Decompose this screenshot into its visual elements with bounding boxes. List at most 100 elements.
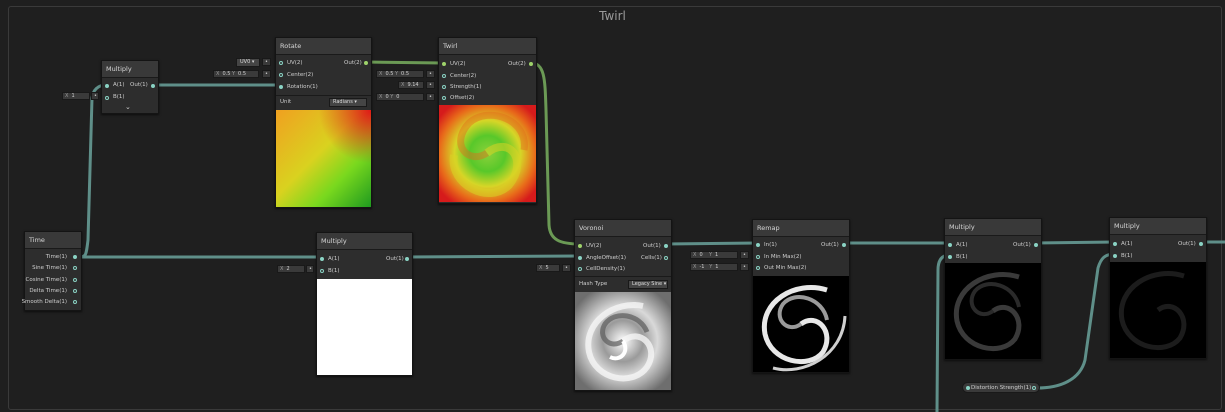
port-in-a[interactable] [105, 84, 109, 88]
rotate-center-field[interactable]: X 0.5 Y 0.5 [213, 70, 259, 78]
port-label: Out Min Max(2) [764, 265, 807, 271]
twirl-strength-field[interactable]: X 9.14 [398, 81, 424, 89]
port-in-b[interactable] [1113, 254, 1117, 258]
multiply1-b-field[interactable]: X1 [62, 92, 90, 100]
port-label: CellDensity(1) [586, 266, 625, 272]
port-dot-icon: • [740, 263, 749, 271]
port-in-b[interactable] [105, 96, 109, 100]
port-in-uv[interactable] [279, 61, 283, 65]
port-in-center[interactable] [279, 73, 283, 77]
node-multiply-3[interactable]: Multiply A(1) B(1) Out(1) [944, 218, 1042, 360]
remap-in-minmax-field[interactable]: X0 Y1 [690, 251, 738, 259]
chevron-down-icon[interactable]: ⌄ [125, 103, 131, 111]
port-label: UV(2) [287, 60, 303, 66]
port-label: UV(2) [586, 243, 602, 249]
port-dot-icon: • [740, 251, 749, 259]
node-twirl[interactable]: Twirl UV(2) Center(2) Strength(1) Offset… [438, 37, 537, 204]
port-in-a[interactable] [1113, 242, 1117, 246]
wire-twirl-voronoi [530, 61, 581, 246]
wire-distortion-multiply4 [1036, 252, 1116, 390]
node-multiply-2[interactable]: Multiply A(1) B(1) Out(1) [316, 232, 413, 376]
port-label: Center(2) [450, 73, 477, 79]
remap-out-minmax-field[interactable]: X -1 Y1 [690, 263, 738, 271]
port-label: Cosine Time(1) [25, 277, 67, 283]
port-in-uv[interactable] [442, 62, 446, 66]
divider [276, 95, 371, 96]
port-out-smooth[interactable] [73, 300, 77, 304]
port-in[interactable] [756, 243, 760, 247]
node-title: Multiply [1110, 218, 1206, 235]
port-label: Sine Time(1) [32, 265, 67, 271]
port-label: A(1) [328, 256, 340, 262]
port-out[interactable] [1032, 386, 1036, 390]
twirl-center-field[interactable]: X 0.5 Y 0.5 [376, 70, 424, 78]
port-label: Out(1) [386, 256, 404, 262]
port-out[interactable] [842, 243, 846, 247]
port-out[interactable] [529, 62, 533, 66]
port-in-center[interactable] [442, 74, 446, 78]
port-dot-icon: • [262, 58, 271, 66]
node-multiply-1[interactable]: Multiply A(1) B(1) Out(1) ⌄ [101, 60, 159, 114]
port-dot-icon: • [562, 264, 571, 272]
port-out[interactable] [1199, 242, 1203, 246]
port-in-a[interactable] [948, 243, 952, 247]
property-label: Distortion Strength(1) [971, 385, 1032, 391]
port-in-angle[interactable] [578, 256, 582, 260]
port-label: B(1) [328, 268, 340, 274]
port-out[interactable] [364, 61, 368, 65]
uv-channel-dropdown[interactable]: UV0 ▾ [236, 58, 260, 67]
node-time[interactable]: Time Time(1) Sine Time(1) Cosine Time(1)… [21, 231, 82, 311]
port-out-cosine[interactable] [73, 278, 77, 282]
port-label: A(1) [956, 242, 968, 248]
port-in-a[interactable] [320, 257, 324, 261]
twirl-offset-field[interactable]: X0 Y0 [376, 93, 424, 101]
port-in-strength[interactable] [442, 85, 446, 89]
node-rotate[interactable]: Rotate UV(2) Center(2) Rotation(1) Out(2… [275, 37, 372, 208]
port-in-b[interactable] [320, 269, 324, 273]
port-out[interactable] [405, 257, 409, 261]
port-out[interactable] [1034, 243, 1038, 247]
node-title: Twirl [439, 38, 536, 55]
wire-rotate-twirl [365, 60, 444, 65]
port-in-rotation[interactable] [279, 85, 283, 89]
multiply4-preview-image [1110, 262, 1206, 358]
port-in-uv[interactable] [578, 244, 582, 248]
node-voronoi[interactable]: Voronoi UV(2) AngleOffset(1) CellDensity… [574, 219, 672, 391]
port-label: A(1) [113, 82, 125, 88]
port-out-time[interactable] [73, 255, 77, 259]
node-title: Voronoi [575, 220, 671, 237]
property-distortion-strength[interactable]: Distortion Strength(1) [962, 382, 1040, 393]
node-multiply-4[interactable]: Multiply A(1) B(1) Out(1) [1109, 217, 1207, 359]
port-in-density[interactable] [578, 267, 582, 271]
port-label: Smooth Delta(1) [21, 299, 67, 305]
voronoi-preview-image [575, 292, 671, 390]
port-out-cells[interactable] [664, 256, 668, 260]
port-out-minmax[interactable] [756, 266, 760, 270]
port-in-offset[interactable] [442, 96, 446, 100]
divider [575, 276, 671, 277]
port-label: Delta Time(1) [29, 288, 67, 294]
hash-type-label: Hash Type [579, 281, 608, 287]
port-out-delta[interactable] [73, 289, 77, 293]
port-label: Rotation(1) [287, 84, 318, 90]
multiply2-b-field[interactable]: X2 [277, 265, 305, 273]
hash-type-dropdown[interactable]: Legacy Sine ▾ [628, 280, 668, 289]
port-out[interactable] [151, 84, 155, 88]
unit-dropdown[interactable]: Radians ▾ [329, 98, 367, 107]
port-dot-icon: • [426, 81, 435, 89]
node-remap[interactable]: Remap In(1) In Min Max(2) Out Min Max(2)… [752, 219, 850, 373]
multiply2-preview-image [317, 279, 412, 375]
port-label: B(1) [956, 254, 968, 260]
port-label: Out(1) [1178, 241, 1196, 247]
graph-canvas[interactable]: Twirl Multiply A(1) B(1) Out(1) ⌄ X 1 • … [0, 0, 1225, 412]
port-out[interactable] [664, 244, 668, 248]
port-out-sine[interactable] [73, 266, 77, 270]
port-in-minmax[interactable] [756, 255, 760, 259]
port-label: Out(1) [821, 242, 839, 248]
port-label: UV(2) [450, 61, 466, 67]
port-in-b[interactable] [948, 255, 952, 259]
multiply3-preview-image [945, 263, 1041, 359]
node-title: Time [25, 232, 81, 249]
voronoi-density-field[interactable]: X5 [536, 264, 560, 272]
port-label: A(1) [1121, 241, 1133, 247]
